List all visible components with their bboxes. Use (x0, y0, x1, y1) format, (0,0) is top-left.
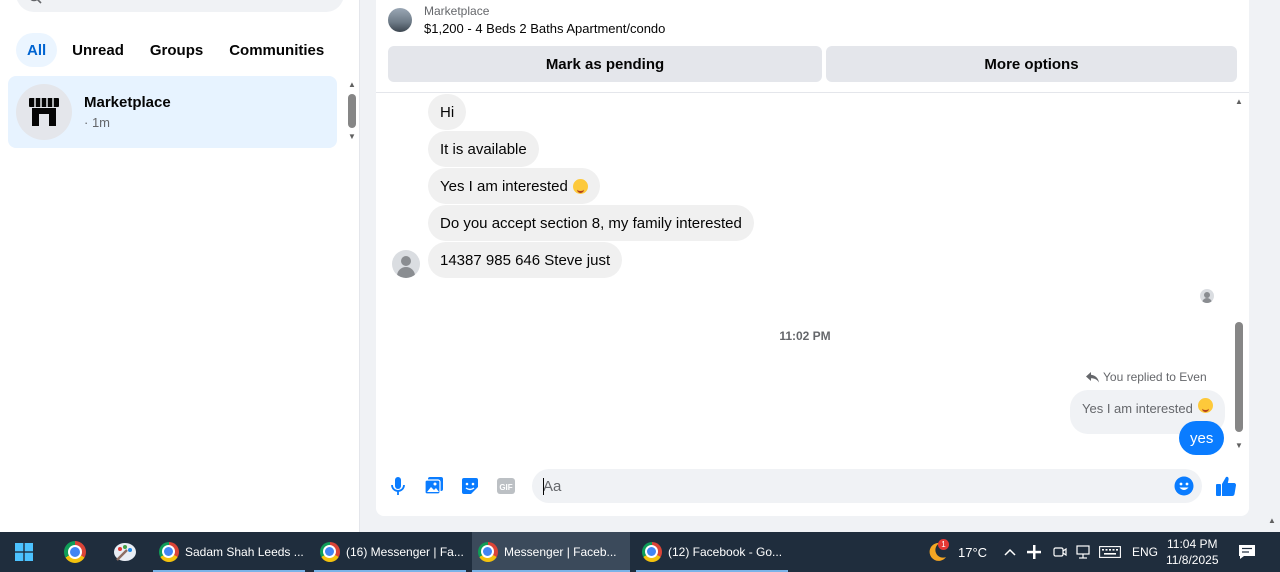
chrome-logo-icon (478, 542, 498, 562)
reply-indicator-text: You replied to Even (1103, 370, 1207, 384)
clock-date: 11/8/2025 (1166, 553, 1219, 567)
chat-panel: Marketplace $1,200 - 4 Beds 2 Baths Apar… (376, 0, 1249, 516)
message-text: Do you accept section 8, my family inter… (440, 214, 742, 232)
message-incoming[interactable]: 14387 985 646 Steve just (428, 242, 623, 278)
gif-icon[interactable]: GIF (494, 474, 518, 498)
paint-app-icon[interactable] (101, 532, 149, 572)
taskbar-task-chrome-4[interactable]: (12) Facebook - Go... (636, 532, 788, 572)
photo-icon[interactable] (422, 474, 446, 498)
quoted-text: Yes I am interested (1082, 401, 1193, 416)
scroll-up-arrow-icon[interactable]: ▲ (347, 80, 357, 90)
search-input[interactable] (16, 0, 344, 12)
filter-groups[interactable]: Groups (139, 33, 214, 67)
message-timestamp: 11:02 PM (779, 329, 831, 343)
filter-unread[interactable]: Unread (61, 33, 135, 67)
windows-logo-icon (15, 543, 33, 561)
message-incoming[interactable]: Yes I am interested (428, 168, 600, 204)
show-hidden-icons-button[interactable] (1004, 532, 1016, 572)
smiling-face-emoji-icon (1197, 398, 1213, 413)
conversation-list-scrollbar[interactable] (348, 94, 356, 128)
network-icon[interactable] (1075, 532, 1091, 572)
chrome-logo-icon (64, 541, 86, 563)
chevron-up-icon (1004, 548, 1016, 556)
smiling-face-emoji-icon (572, 178, 588, 194)
chrome-logo-icon (642, 542, 662, 562)
filter-communities[interactable]: Communities (218, 33, 335, 67)
clock-time: 11:04 PM (1167, 537, 1218, 551)
svg-text:GIF: GIF (499, 483, 512, 492)
taskbar-task-chrome-3[interactable]: Messenger | Faceb... (472, 532, 630, 572)
task-label: Messenger | Faceb... (504, 545, 617, 559)
messenger-window: All Unread Groups Communities Marketplac… (0, 0, 1280, 532)
conversation-item-marketplace[interactable]: Marketplace · 1m (8, 76, 337, 148)
system-clock[interactable]: 11:04 PM 11/8/2025 (1166, 536, 1219, 568)
windows-start-button[interactable] (0, 532, 48, 572)
text-caret (543, 478, 544, 495)
weather-badge: 1 (938, 539, 949, 550)
message-text: Yes I am interested (440, 177, 568, 195)
marketplace-store-icon (16, 84, 72, 140)
page-scroll-up-arrow-icon[interactable]: ▲ (1268, 516, 1276, 525)
like-thumbs-up-icon[interactable] (1214, 474, 1238, 498)
task-label: Sadam Shah Leeds ... (185, 545, 304, 559)
listing-title: $1,200 - 4 Beds 2 Baths Apartment/condo (424, 21, 666, 36)
input-language-indicator[interactable]: ENG (1132, 532, 1158, 572)
filter-all[interactable]: All (16, 33, 58, 67)
windows-taskbar: Sadam Shah Leeds ... (16) Messenger | Fa… (0, 532, 1280, 572)
chrome-logo-icon (159, 542, 179, 562)
listing-category: Marketplace (424, 4, 490, 18)
message-text: 14387 985 646 Steve just (440, 251, 611, 269)
message-composer: GIF Aa (376, 462, 1249, 510)
language-label: ENG (1132, 545, 1159, 559)
chrome-logo-icon (320, 542, 340, 562)
weather-widget[interactable]: 1 17°C (926, 532, 987, 572)
scroll-down-arrow-icon[interactable]: ▼ (347, 132, 357, 142)
microphone-icon[interactable] (386, 474, 410, 498)
message-incoming[interactable]: It is available (428, 131, 539, 167)
reply-arrow-icon (1086, 371, 1099, 382)
message-incoming[interactable]: Hi (428, 94, 467, 130)
message-text: It is available (440, 140, 527, 158)
reply-indicator: You replied to Even (1086, 370, 1207, 384)
header-divider (376, 92, 1249, 93)
message-text: Hi (440, 103, 455, 121)
palette-icon (114, 543, 136, 561)
mark-as-pending-button[interactable]: Mark as pending (388, 46, 822, 82)
more-options-button[interactable]: More options (826, 46, 1237, 82)
scroll-down-arrow-icon[interactable]: ▼ (1234, 441, 1244, 450)
message-input-placeholder: Aa (543, 478, 562, 495)
sticker-icon[interactable] (458, 474, 482, 498)
search-icon (30, 0, 42, 4)
chat-scrollbar[interactable] (1235, 322, 1243, 432)
notifications-icon[interactable] (1238, 532, 1256, 572)
filter-tabs: All Unread Groups Communities (16, 33, 335, 67)
conversation-meta: · 1m (84, 115, 110, 130)
message-input[interactable]: Aa (532, 469, 1202, 503)
emoji-picker-icon[interactable] (1174, 476, 1194, 496)
weather-temperature: 17°C (958, 544, 988, 560)
message-outgoing[interactable]: yes (1179, 421, 1225, 455)
camera-icon[interactable] (1053, 532, 1067, 572)
listing-header[interactable]: Marketplace $1,200 - 4 Beds 2 Baths Apar… (388, 4, 665, 36)
seen-receipt-avatar (1200, 289, 1214, 303)
message-incoming[interactable]: Do you accept section 8, my family inter… (428, 205, 754, 241)
chrome-pinned-icon[interactable] (51, 532, 99, 572)
plus-icon[interactable] (1027, 532, 1041, 572)
taskbar-task-chrome-2[interactable]: (16) Messenger | Fa... (314, 532, 466, 572)
keyboard-icon[interactable] (1099, 532, 1121, 572)
scroll-up-arrow-icon[interactable]: ▲ (1234, 97, 1244, 106)
conversation-name: Marketplace (84, 94, 171, 111)
listing-thumbnail (388, 8, 412, 32)
conversation-list-panel: All Unread Groups Communities Marketplac… (0, 0, 360, 532)
taskbar-task-chrome-1[interactable]: Sadam Shah Leeds ... (153, 532, 305, 572)
sender-avatar[interactable] (392, 250, 420, 278)
task-label: (16) Messenger | Fa... (346, 545, 464, 559)
task-label: (12) Facebook - Go... (668, 545, 783, 559)
